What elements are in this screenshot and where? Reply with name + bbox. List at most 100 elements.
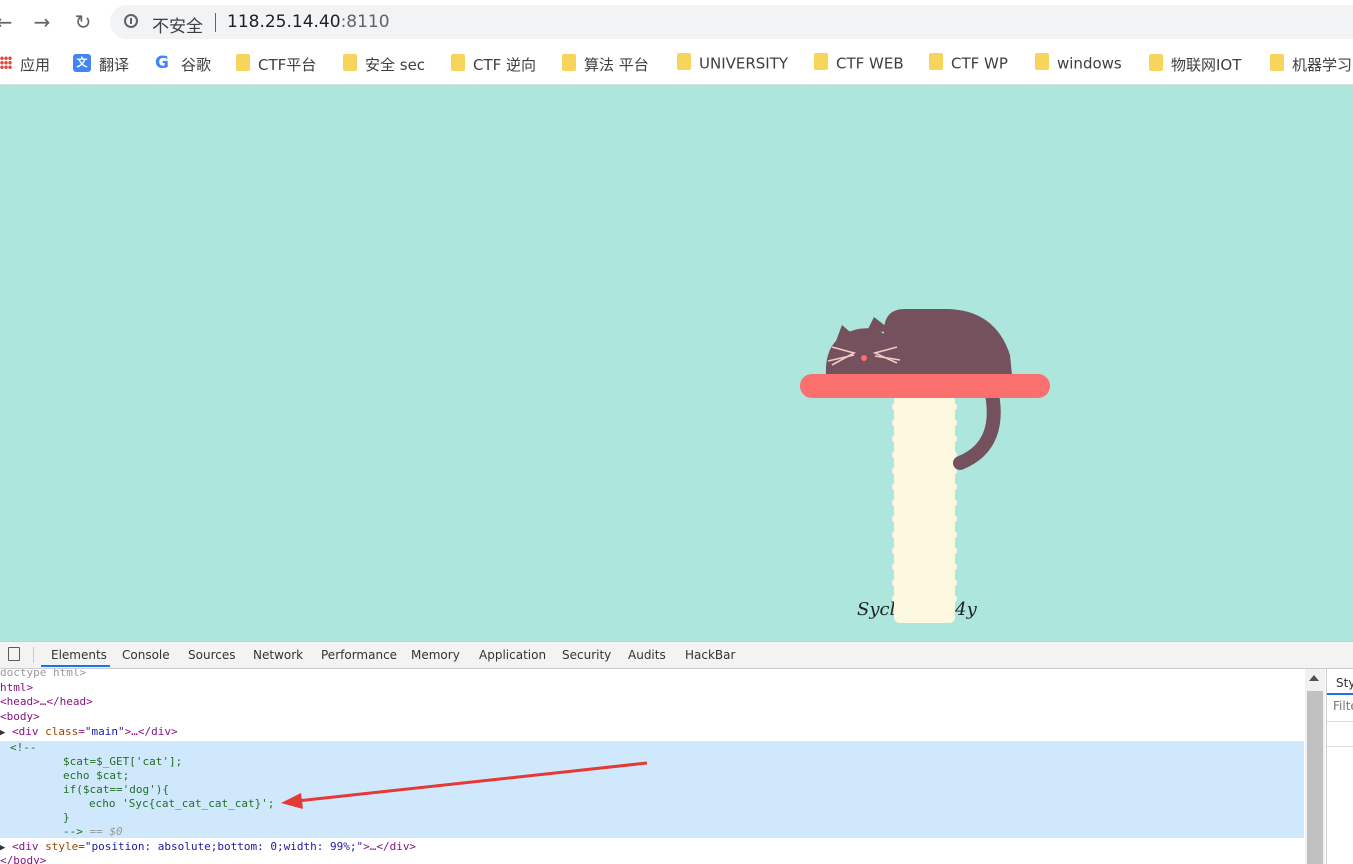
tag-rest: >…</div>	[124, 725, 178, 738]
php-line-2[interactable]: echo $cat;	[63, 769, 129, 784]
styles-filter-input[interactable]: Filte	[1333, 699, 1353, 713]
translate-icon: 文	[73, 53, 91, 72]
folder-icon	[451, 54, 465, 71]
shelf	[800, 374, 1050, 398]
back-arrow-icon[interactable]: ←	[0, 10, 16, 34]
tab-styles[interactable]: Styl	[1336, 676, 1353, 690]
bookmark-label: CTF平台	[258, 56, 317, 74]
scroll-thumb[interactable]	[1307, 691, 1323, 864]
body-open-line[interactable]: <body>	[0, 710, 40, 725]
bookmark-folder-windows[interactable]: windows	[1035, 53, 1122, 74]
comment-open-line[interactable]: <!--	[10, 741, 37, 756]
attr-name: style	[45, 840, 79, 853]
reload-icon[interactable]: ↻	[71, 10, 95, 34]
tab-network[interactable]: Network	[253, 648, 303, 662]
bookmark-label: 应用	[20, 56, 51, 74]
tab-application[interactable]: Application	[479, 648, 546, 662]
div-main-line[interactable]: ▶ <div class="main">…</div>	[0, 725, 178, 740]
security-status[interactable]: 不安全	[152, 12, 203, 37]
browser-toolbar: ← → ↻ 不安全 118.25.14.40:8110	[0, 0, 1353, 44]
comment-close: -->	[63, 825, 83, 838]
bookmark-label: 物联网IOT	[1171, 56, 1242, 74]
doctype-line[interactable]: doctype html>	[0, 669, 86, 681]
div-style-line[interactable]: ▶ <div style="position: absolute;bottom:…	[0, 840, 416, 855]
tab-audits[interactable]: Audits	[628, 648, 666, 662]
php-line-1[interactable]: $cat=$_GET['cat'];	[63, 755, 182, 770]
tab-console[interactable]: Console	[122, 648, 170, 662]
bookmark-folder-ml[interactable]: 机器学习	[1270, 54, 1352, 74]
attr-eq: =	[78, 725, 85, 738]
url-port: :8110	[340, 12, 390, 32]
bookmark-folder-security[interactable]: 安全 sec	[343, 54, 425, 74]
folder-icon	[1149, 54, 1163, 71]
styles-pane: Styl Filte	[1326, 669, 1353, 864]
bookmark-google[interactable]: G 谷歌	[155, 52, 212, 75]
php-line-5[interactable]: }	[63, 811, 70, 826]
tab-memory[interactable]: Memory	[411, 648, 460, 662]
bookmark-translate[interactable]: 文翻译	[73, 53, 129, 74]
bookmark-folder-ctf-reverse[interactable]: CTF 逆向	[451, 54, 536, 74]
folder-icon	[1270, 54, 1284, 71]
styles-divider	[1327, 746, 1353, 747]
folder-icon	[343, 54, 357, 71]
bookmark-label: CTF WP	[951, 54, 1008, 73]
comment-close-line[interactable]: --> == $0	[63, 825, 123, 840]
attr-eq: =	[78, 840, 85, 853]
bookmark-label: CTF 逆向	[473, 56, 537, 74]
url-text[interactable]: 118.25.14.40:8110	[227, 12, 390, 32]
tab-hackbar[interactable]: HackBar	[685, 648, 735, 662]
attr-value: "main"	[84, 725, 125, 738]
bookmark-folder-ctf-platform[interactable]: CTF平台	[236, 54, 316, 74]
tab-security[interactable]: Security	[562, 648, 611, 662]
bookmarks-bar: 应用 文翻译 G 谷歌 CTF平台 安全 sec CTF 逆向 算法 平台 UNI…	[0, 44, 1353, 85]
expand-triangle-icon[interactable]: ▶	[0, 728, 5, 738]
folder-icon	[562, 54, 576, 71]
tag-text: <div	[12, 725, 46, 738]
device-toolbar-icon[interactable]	[8, 647, 20, 661]
attr-value: "position: absolute;bottom: 0;width: 99%…	[84, 840, 364, 853]
selected-marker: == $0	[89, 825, 123, 838]
tab-divider	[33, 647, 34, 663]
bookmark-label: UNIVERSITY	[699, 54, 789, 73]
google-icon: G	[155, 52, 169, 73]
bookmark-folder-algorithm[interactable]: 算法 平台	[562, 54, 649, 74]
bookmark-label: CTF WEB	[836, 54, 904, 73]
folder-icon	[677, 53, 691, 70]
address-bar[interactable]: 不安全 118.25.14.40:8110	[110, 5, 1353, 39]
bookmark-apps[interactable]: 应用	[0, 54, 50, 74]
active-tab-indicator	[41, 665, 110, 667]
elements-scrollbar[interactable]	[1305, 669, 1325, 864]
bookmark-label: windows	[1057, 54, 1122, 73]
tab-performance[interactable]: Performance	[321, 648, 397, 662]
bookmark-folder-ctf-wp[interactable]: CTF WP	[929, 53, 1008, 74]
styles-tab-indicator	[1327, 693, 1353, 695]
php-line-4[interactable]: echo 'Syc{cat_cat_cat_cat}';	[89, 797, 274, 812]
tab-elements[interactable]: Elements	[51, 648, 107, 662]
devtools-tabbar: Elements Console Sources Network Perform…	[0, 642, 1353, 669]
scroll-up-icon[interactable]	[1309, 675, 1319, 681]
styles-divider	[1327, 721, 1353, 722]
folder-icon	[814, 53, 828, 70]
folder-icon	[1035, 53, 1049, 70]
apps-icon	[0, 55, 12, 70]
devtools-panel: Elements Console Sources Network Perform…	[0, 641, 1353, 864]
forward-arrow-icon[interactable]: →	[30, 10, 54, 34]
bookmark-folder-university[interactable]: UNIVERSITY	[677, 53, 789, 74]
tag-text: <div	[12, 840, 46, 853]
php-line-3[interactable]: if($cat=='dog'){	[63, 783, 169, 798]
tab-sources[interactable]: Sources	[188, 648, 235, 662]
bookmark-folder-iot[interactable]: 物联网IOT	[1149, 54, 1241, 74]
expand-triangle-icon[interactable]: ▶	[0, 843, 5, 853]
post-base	[894, 585, 955, 623]
head-line[interactable]: <head>…</head>	[0, 695, 93, 710]
html-open-line[interactable]: html>	[0, 681, 33, 696]
folder-icon	[929, 53, 943, 70]
tag-rest: >…</div>	[363, 840, 417, 853]
attr-name: class	[45, 725, 79, 738]
address-separator	[215, 13, 216, 32]
bookmark-label: 谷歌	[181, 56, 212, 74]
page-viewport: Sycl cl4y	[0, 85, 1353, 641]
bookmark-folder-ctf-web[interactable]: CTF WEB	[814, 53, 904, 74]
bookmark-label: 算法 平台	[584, 56, 649, 74]
info-icon[interactable]	[124, 14, 138, 28]
